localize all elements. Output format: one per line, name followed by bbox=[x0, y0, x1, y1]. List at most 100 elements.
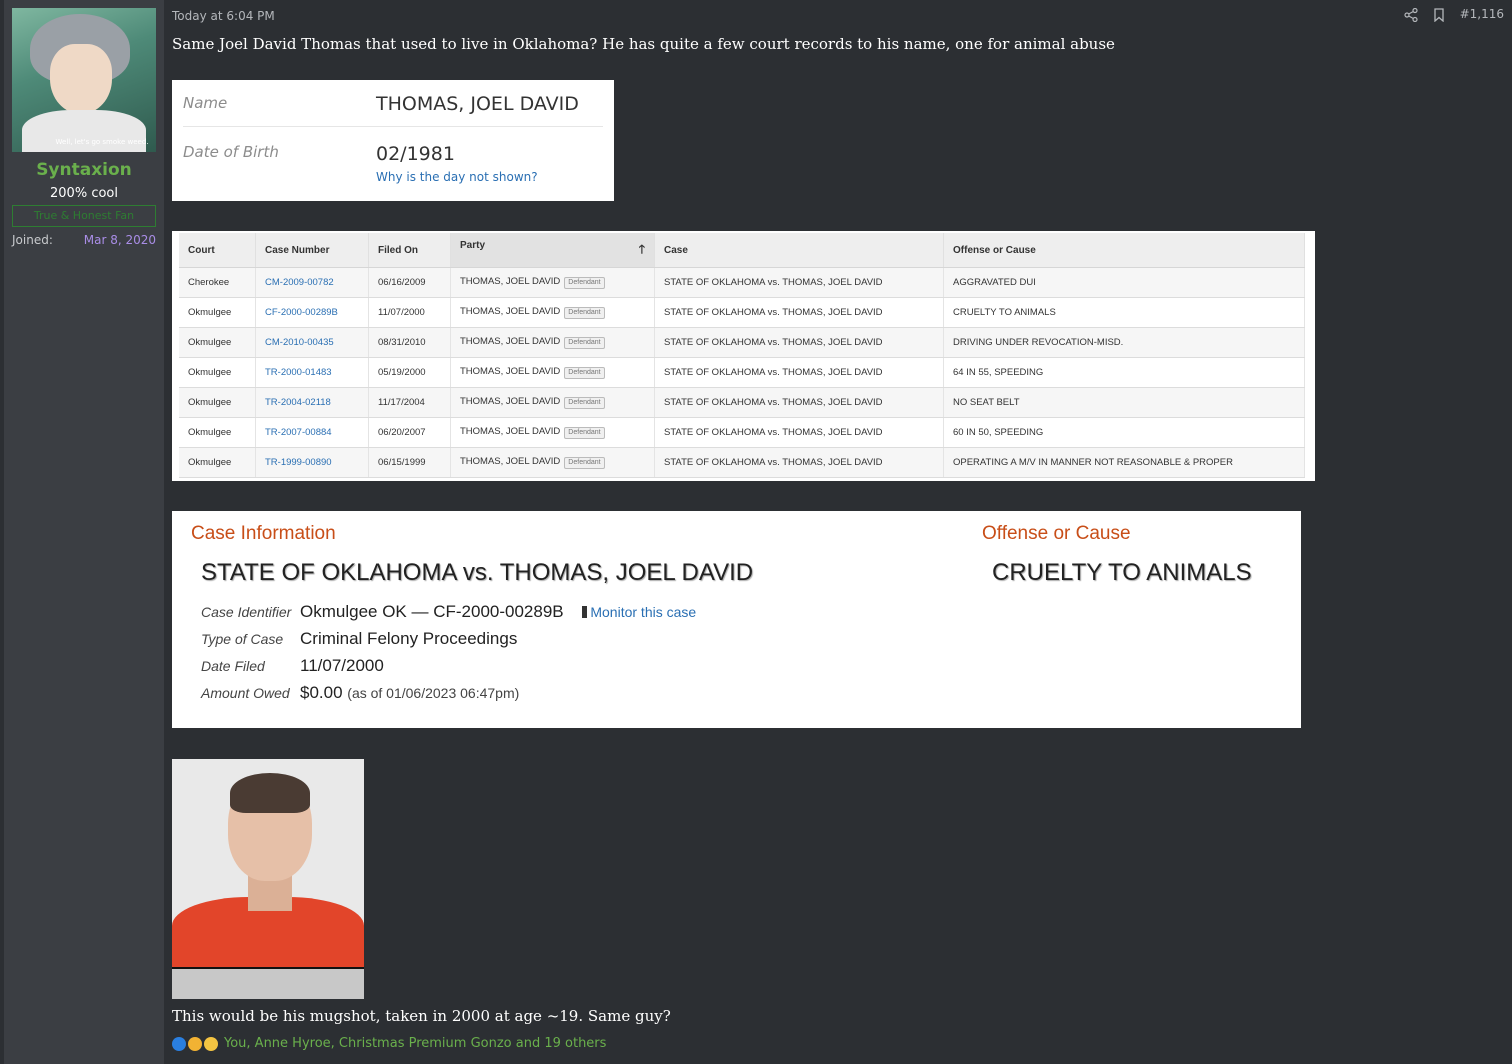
cell-offense: 64 IN 55, SPEEDING bbox=[943, 357, 1305, 388]
case-number-link[interactable]: TR-2000-01483 bbox=[265, 367, 332, 378]
table-row[interactable]: Okmulgee TR-2007-00884 06/20/2007 THOMAS, J… bbox=[179, 417, 1305, 448]
case-number-link[interactable]: TR-1999-00890 bbox=[265, 457, 332, 468]
offense-value: CRUELTY TO ANIMALS bbox=[992, 559, 1252, 586]
cell-filed-on: 05/19/2000 bbox=[368, 357, 451, 388]
cell-case: STATE OF OKLAHOMA vs. THOMAS, JOEL DAVID bbox=[654, 417, 944, 448]
case-identifier-value: Okmulgee OK — CF-2000-00289B bbox=[300, 602, 564, 621]
party-name: THOMAS, JOEL DAVID bbox=[460, 336, 561, 347]
cell-filed-on: 08/31/2010 bbox=[368, 327, 451, 358]
table-row[interactable]: Okmulgee TR-1999-00890 06/15/1999 THOMAS, J… bbox=[179, 447, 1305, 478]
name-value: THOMAS, JOEL DAVID bbox=[376, 93, 579, 115]
case-title: STATE OF OKLAHOMA vs. THOMAS, JOEL DAVID bbox=[201, 559, 754, 586]
amount-owed-label: Amount Owed bbox=[201, 685, 290, 701]
post-actions: #1,116 bbox=[1403, 7, 1504, 23]
col-filed-on[interactable]: Filed On bbox=[368, 233, 451, 268]
col-party[interactable]: Party 🡑 bbox=[450, 233, 655, 268]
cell-case: STATE OF OKLAHOMA vs. THOMAS, JOEL DAVID bbox=[654, 387, 944, 418]
share-icon[interactable] bbox=[1403, 7, 1418, 23]
offense-heading: Offense or Cause bbox=[982, 523, 1131, 544]
post-date[interactable]: Today at 6:04 PM bbox=[172, 9, 275, 23]
cell-party: THOMAS, JOEL DAVID Defendant bbox=[450, 297, 655, 328]
cell-case-number[interactable]: CF-2000-00289B bbox=[255, 297, 369, 328]
party-name: THOMAS, JOEL DAVID bbox=[460, 396, 561, 407]
amount-owed-row: $0.00 (as of 01/06/2023 06:47pm) bbox=[300, 683, 519, 703]
cell-court: Okmulgee bbox=[179, 327, 256, 358]
case-identifier-row: Okmulgee OK — CF-2000-00289B Monitor thi… bbox=[300, 602, 696, 622]
reactions-list[interactable]: You, Anne Hyroe, Christmas Premium Gonzo… bbox=[224, 1036, 606, 1051]
cell-filed-on: 11/17/2004 bbox=[368, 387, 451, 418]
cell-case-number[interactable]: TR-2007-00884 bbox=[255, 417, 369, 448]
cell-case: STATE OF OKLAHOMA vs. THOMAS, JOEL DAVID bbox=[654, 447, 944, 478]
col-offense[interactable]: Offense or Cause bbox=[943, 233, 1305, 268]
cell-case-number[interactable]: TR-2000-01483 bbox=[255, 357, 369, 388]
case-number-link[interactable]: CM-2010-00435 bbox=[265, 337, 334, 348]
cell-case: STATE OF OKLAHOMA vs. THOMAS, JOEL DAVID bbox=[654, 327, 944, 358]
cell-court: Okmulgee bbox=[179, 297, 256, 328]
defendant-badge: Defendant bbox=[564, 427, 605, 439]
cell-offense: CRUELTY TO ANIMALS bbox=[943, 297, 1305, 328]
cell-case: STATE OF OKLAHOMA vs. THOMAS, JOEL DAVID bbox=[654, 297, 944, 328]
user-avatar[interactable]: Well, let's go smoke weed. bbox=[12, 8, 156, 152]
thinking-reaction-icon bbox=[204, 1036, 218, 1051]
case-info-card: Case Information Offense or Cause STATE … bbox=[172, 511, 1301, 728]
case-number-link[interactable]: TR-2007-00884 bbox=[265, 427, 332, 438]
case-number-link[interactable]: CF-2000-00289B bbox=[265, 307, 338, 318]
user-title: 200% cool bbox=[50, 186, 118, 201]
cases-table-body: Cherokee CM-2009-00782 06/16/2009 THOMAS, J… bbox=[179, 267, 1305, 478]
cell-offense: AGGRAVATED DUI bbox=[943, 267, 1305, 298]
cell-case-number[interactable]: CM-2010-00435 bbox=[255, 327, 369, 358]
table-row[interactable]: Okmulgee TR-2004-02118 11/17/2004 THOMAS, J… bbox=[179, 387, 1305, 418]
name-row: Name THOMAS, JOEL DAVID bbox=[183, 80, 603, 127]
cell-party: THOMAS, JOEL DAVID Defendant bbox=[450, 357, 655, 388]
table-row[interactable]: Okmulgee CF-2000-00289B 11/07/2000 THOMAS, … bbox=[179, 297, 1305, 328]
cell-case-number[interactable]: CM-2009-00782 bbox=[255, 267, 369, 298]
info-reaction-icon bbox=[172, 1036, 186, 1051]
amount-owed-value: $0.00 bbox=[300, 683, 343, 702]
col-court[interactable]: Court bbox=[179, 233, 256, 268]
post: Today at 6:04 PM #1,116 Same Joel David … bbox=[164, 0, 1512, 1064]
party-name: THOMAS, JOEL DAVID bbox=[460, 276, 561, 287]
bookmark-icon[interactable] bbox=[1432, 7, 1446, 23]
cell-case-number[interactable]: TR-1999-00890 bbox=[255, 447, 369, 478]
mugshot-hair bbox=[230, 773, 310, 813]
monitor-case-link[interactable]: Monitor this case bbox=[582, 604, 696, 620]
cell-court: Okmulgee bbox=[179, 417, 256, 448]
cell-offense: NO SEAT BELT bbox=[943, 387, 1305, 418]
reactions-bar[interactable]: You, Anne Hyroe, Christmas Premium Gonzo… bbox=[172, 1036, 606, 1051]
cell-filed-on: 11/07/2000 bbox=[368, 297, 451, 328]
cell-filed-on: 06/20/2007 bbox=[368, 417, 451, 448]
party-name: THOMAS, JOEL DAVID bbox=[460, 426, 561, 437]
defendant-badge: Defendant bbox=[564, 457, 605, 469]
cell-party: THOMAS, JOEL DAVID Defendant bbox=[450, 387, 655, 418]
col-case[interactable]: Case bbox=[654, 233, 944, 268]
case-number-link[interactable]: CM-2009-00782 bbox=[265, 277, 334, 288]
monitor-bookmark-icon bbox=[582, 606, 588, 618]
case-type-value: Criminal Felony Proceedings bbox=[300, 629, 518, 648]
col-party-label: Party bbox=[460, 239, 486, 251]
person-record-card: Name THOMAS, JOEL DAVID Date of Birth 02… bbox=[172, 80, 614, 201]
party-name: THOMAS, JOEL DAVID bbox=[460, 306, 561, 317]
cases-table: Court Case Number Filed On Party 🡑 Case O… bbox=[179, 233, 1305, 478]
cell-party: THOMAS, JOEL DAVID Defendant bbox=[450, 447, 655, 478]
cell-case: STATE OF OKLAHOMA vs. THOMAS, JOEL DAVID bbox=[654, 357, 944, 388]
defendant-badge: Defendant bbox=[564, 337, 605, 349]
cell-filed-on: 06/16/2009 bbox=[368, 267, 451, 298]
col-case-number[interactable]: Case Number bbox=[255, 233, 369, 268]
defendant-badge: Defendant bbox=[564, 277, 605, 289]
post-number[interactable]: #1,116 bbox=[1460, 7, 1504, 21]
username[interactable]: Syntaxion bbox=[4, 160, 164, 180]
date-filed-label: Date Filed bbox=[201, 658, 265, 674]
dob-info-link[interactable]: Why is the day not shown? bbox=[376, 170, 538, 184]
user-panel: Well, let's go smoke weed. Syntaxion 200… bbox=[4, 0, 164, 1064]
cell-case-number[interactable]: TR-2004-02118 bbox=[255, 387, 369, 418]
mugshot-footer bbox=[172, 969, 364, 999]
table-row[interactable]: Okmulgee CM-2010-00435 08/31/2010 THOMAS, J… bbox=[179, 327, 1305, 358]
party-name: THOMAS, JOEL DAVID bbox=[460, 456, 561, 467]
post-text-bottom: This would be his mugshot, taken in 2000… bbox=[172, 1007, 671, 1025]
party-name: THOMAS, JOEL DAVID bbox=[460, 366, 561, 377]
case-number-link[interactable]: TR-2004-02118 bbox=[265, 397, 331, 408]
sort-arrow-icon: 🡑 bbox=[638, 241, 645, 256]
table-row[interactable]: Cherokee CM-2009-00782 06/16/2009 THOMAS, J… bbox=[179, 267, 1305, 298]
table-row[interactable]: Okmulgee TR-2000-01483 05/19/2000 THOMAS, J… bbox=[179, 357, 1305, 388]
mugshot-image[interactable] bbox=[172, 759, 364, 999]
